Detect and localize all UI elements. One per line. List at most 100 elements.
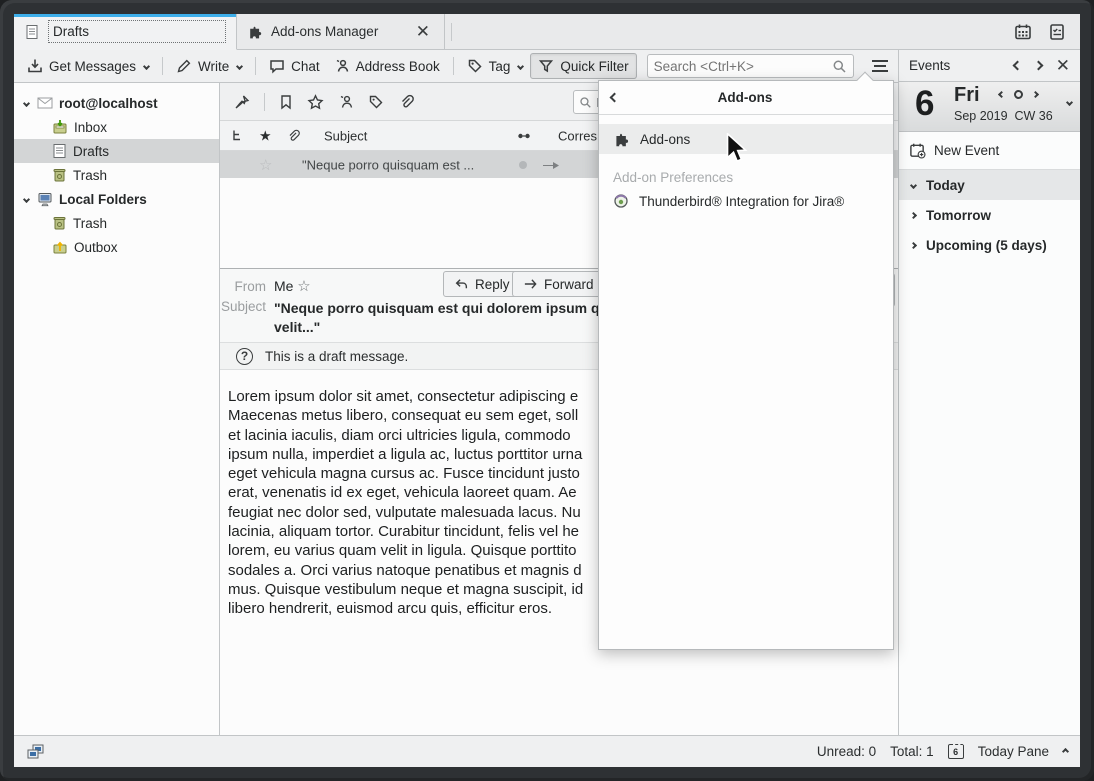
chevron-down-icon[interactable] xyxy=(517,62,524,69)
unread-filter-icon[interactable] xyxy=(279,94,293,110)
next-icon[interactable] xyxy=(1033,61,1043,71)
chevron-down-icon[interactable] xyxy=(143,62,150,69)
folder-outbox[interactable]: Outbox xyxy=(14,235,219,259)
popup-header: Add-ons xyxy=(599,81,893,115)
trash-icon xyxy=(52,215,67,231)
write-label: Write xyxy=(198,59,229,74)
folder-trash[interactable]: Trash xyxy=(14,163,219,187)
previous-day-icon[interactable] xyxy=(998,91,1005,98)
today-pane-toggle[interactable]: Today Pane xyxy=(978,744,1049,759)
close-icon[interactable]: ✕ xyxy=(1056,57,1070,74)
subject-column-header[interactable]: Subject xyxy=(324,128,367,143)
reply-button[interactable]: Reply xyxy=(443,271,521,297)
calendar-week: CW 36 xyxy=(1014,109,1052,123)
tasks-tab-icon[interactable] xyxy=(1048,23,1066,41)
next-day-icon[interactable] xyxy=(1032,91,1039,98)
popup-title: Add-ons xyxy=(618,90,872,105)
global-search-field[interactable] xyxy=(647,54,854,78)
today-pane-calendar-icon: 6 xyxy=(948,744,964,759)
star-sender-icon[interactable]: ☆ xyxy=(297,278,310,295)
star-column-icon[interactable]: ★ xyxy=(259,127,272,144)
chat-button[interactable]: Chat xyxy=(262,54,327,78)
folder-inbox[interactable]: Inbox xyxy=(14,115,219,139)
write-icon xyxy=(176,58,192,74)
search-input[interactable] xyxy=(654,59,832,74)
subject-value-line2: velit..." xyxy=(274,318,608,337)
tab-close-icon[interactable]: ✕ xyxy=(412,23,434,40)
chevron-down-icon[interactable] xyxy=(23,195,30,202)
draft-notice-text: This is a draft message. xyxy=(265,349,408,364)
computer-icon xyxy=(37,192,53,207)
tag-icon xyxy=(467,58,483,74)
today-circle-icon[interactable] xyxy=(1014,90,1023,99)
tab-addons-manager[interactable]: Add-ons Manager ✕ xyxy=(237,14,445,49)
events-group-today[interactable]: Today xyxy=(899,170,1080,200)
document-icon xyxy=(24,24,40,40)
chat-icon xyxy=(269,58,285,74)
toolbar-separator xyxy=(162,57,163,75)
chat-label: Chat xyxy=(291,59,320,74)
folder-label: Inbox xyxy=(74,120,107,135)
forward-label: Forward xyxy=(544,277,594,292)
chevron-down-icon[interactable] xyxy=(23,99,30,106)
get-messages-button[interactable]: Get Messages xyxy=(20,54,156,78)
calendar-tab-icon[interactable] xyxy=(1014,23,1032,41)
chevron-down-icon[interactable] xyxy=(1066,99,1073,106)
events-group-upcoming[interactable]: Upcoming (5 days) xyxy=(899,230,1080,260)
chevron-down-icon xyxy=(910,181,917,188)
offline-indicator-icon[interactable] xyxy=(26,743,46,761)
puzzle-icon xyxy=(613,131,630,148)
attachment-column-icon[interactable] xyxy=(286,128,300,143)
envelope-icon xyxy=(37,97,53,109)
folder-drafts[interactable]: Drafts xyxy=(14,139,219,163)
tab-addons-label: Add-ons Manager xyxy=(271,24,378,39)
new-event-button[interactable]: New Event xyxy=(899,132,1080,170)
app-menu-button[interactable] xyxy=(868,56,892,76)
tomorrow-label: Tomorrow xyxy=(926,208,991,223)
folder-pane: root@localhost Inbox Drafts Trash Loc xyxy=(14,82,220,735)
account-root-localhost[interactable]: root@localhost xyxy=(14,91,219,115)
thread-column-icon[interactable] xyxy=(231,129,243,142)
read-column-icon[interactable] xyxy=(516,131,532,140)
address-book-label: Address Book xyxy=(356,59,440,74)
addons-item-label: Add-ons xyxy=(640,132,690,147)
addon-preferences-section-label: Add-on Preferences xyxy=(613,170,893,185)
chevron-down-icon[interactable] xyxy=(236,62,243,69)
contact-filter-icon[interactable] xyxy=(338,94,354,110)
attachment-filter-icon[interactable] xyxy=(398,94,414,110)
toolbar-separator xyxy=(255,57,256,75)
previous-icon[interactable] xyxy=(1012,61,1022,71)
chevron-right-icon xyxy=(910,211,917,218)
address-book-button[interactable]: Address Book xyxy=(327,54,447,78)
menu-item-jira-integration[interactable]: Thunderbird® Integration for Jira® xyxy=(599,187,893,215)
read-indicator-dot[interactable] xyxy=(519,161,527,169)
correspondents-column-header[interactable]: Corres xyxy=(558,128,597,143)
tag-filter-icon[interactable] xyxy=(368,94,384,110)
outgoing-arrow-icon xyxy=(542,159,560,171)
separator xyxy=(264,93,265,111)
starred-filter-icon[interactable] xyxy=(307,94,324,110)
get-messages-label: Get Messages xyxy=(49,59,136,74)
today-pane: Events ✕ 6 Fri Sep 2019 CW 36 New Event xyxy=(899,50,1080,735)
chevron-up-icon[interactable] xyxy=(1062,748,1069,755)
forward-icon xyxy=(523,278,538,290)
sticky-filter-icon[interactable] xyxy=(234,94,250,110)
search-icon xyxy=(579,96,592,109)
write-button[interactable]: Write xyxy=(169,54,249,78)
main-toolbar: Get Messages Write Chat Address Book xyxy=(14,50,899,82)
events-group-tomorrow[interactable]: Tomorrow xyxy=(899,200,1080,230)
new-event-label: New Event xyxy=(934,143,999,158)
star-icon[interactable]: ☆ xyxy=(259,156,272,174)
status-bar: Unread: 0 Total: 1 6 Today Pane xyxy=(14,735,1080,767)
outbox-icon xyxy=(52,239,68,255)
forward-button[interactable]: Forward xyxy=(512,271,605,297)
account-local-folders[interactable]: Local Folders xyxy=(14,187,219,211)
folder-local-trash[interactable]: Trash xyxy=(14,211,219,235)
day-number: 6 xyxy=(915,84,934,124)
tab-drafts[interactable]: Drafts xyxy=(14,14,237,50)
trash-icon xyxy=(52,167,67,183)
tag-button[interactable]: Tag xyxy=(460,54,531,78)
thunderbird-window: Drafts Add-ons Manager ✕ Get Messages xyxy=(14,14,1080,767)
mouse-cursor xyxy=(726,133,748,170)
quick-filter-button[interactable]: Quick Filter xyxy=(530,53,636,79)
